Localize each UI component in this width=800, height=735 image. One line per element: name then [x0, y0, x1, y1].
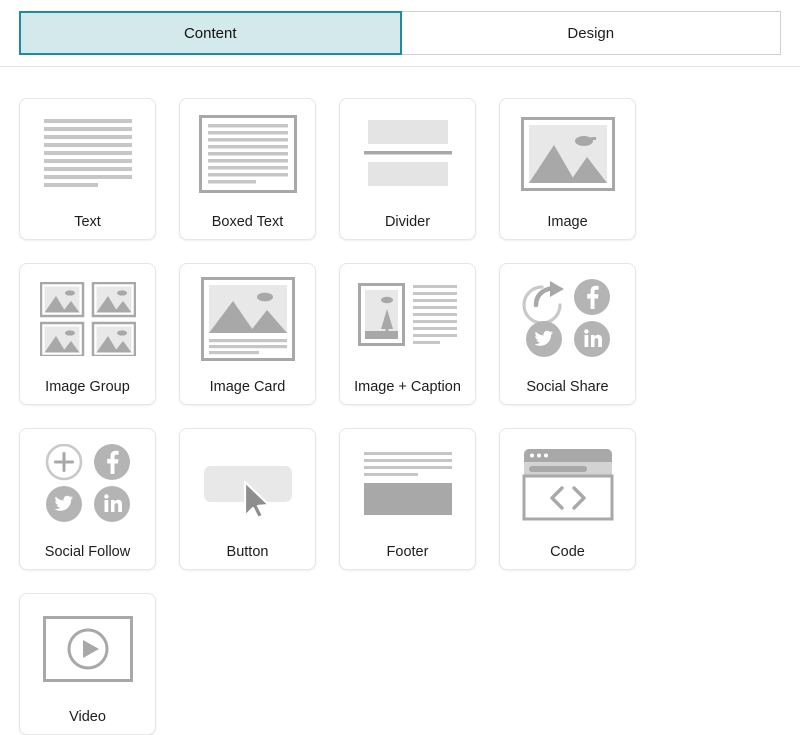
block-card-image[interactable]: Image	[499, 98, 636, 240]
block-card-footer[interactable]: Footer	[339, 428, 476, 570]
linkedin-icon	[573, 321, 610, 357]
plus-circle-icon	[45, 444, 82, 481]
content-block-picker: Content Design Text Boxed Text Divider I…	[0, 0, 800, 735]
block-label: Divider	[384, 214, 431, 230]
tab-design-label: Design	[567, 24, 615, 42]
block-card-social-follow[interactable]: Social Follow	[19, 428, 156, 570]
block-card-divider[interactable]: Divider	[339, 98, 476, 240]
block-card-image-group[interactable]: Image Group	[19, 263, 156, 405]
block-label: Image Card	[209, 379, 286, 395]
block-card-image-caption[interactable]: Image + Caption	[339, 263, 476, 405]
social-follow-icon	[20, 429, 155, 535]
image-card-icon	[180, 264, 315, 370]
block-label: Image	[547, 214, 588, 230]
text-lines-icon	[20, 99, 155, 205]
block-card-social-share[interactable]: Social Share	[499, 263, 636, 405]
facebook-icon	[93, 444, 130, 480]
block-label: Boxed Text	[211, 214, 284, 230]
block-label: Image + Caption	[354, 379, 461, 395]
block-card-code[interactable]: Code	[499, 428, 636, 570]
footer-icon	[340, 429, 475, 535]
code-browser-icon	[500, 429, 635, 535]
block-card-video[interactable]: Video	[19, 593, 156, 735]
twitter-icon	[525, 321, 562, 357]
block-label: Image Group	[45, 379, 130, 395]
tab-design[interactable]: Design	[401, 11, 781, 55]
block-label: Button	[226, 544, 269, 560]
block-label: Code	[550, 544, 585, 560]
button-cursor-icon	[180, 429, 315, 535]
block-card-image-card[interactable]: Image Card	[179, 263, 316, 405]
image-caption-icon	[340, 264, 475, 370]
tab-content-label: Content	[183, 24, 237, 42]
block-label: Social Follow	[44, 544, 131, 560]
tab-bar: Content Design	[19, 11, 781, 55]
twitter-icon	[45, 486, 82, 522]
image-icon	[500, 99, 635, 205]
block-grid: Text Boxed Text Divider Image Image Grou…	[19, 98, 781, 735]
social-share-icon	[500, 264, 635, 370]
block-card-button[interactable]: Button	[179, 428, 316, 570]
block-label: Footer	[386, 544, 429, 560]
divider-icon	[340, 99, 475, 205]
facebook-icon	[573, 279, 610, 315]
tabbar-divider	[0, 66, 800, 67]
block-card-boxed-text[interactable]: Boxed Text	[179, 98, 316, 240]
block-label: Video	[69, 709, 106, 725]
video-play-icon	[20, 594, 155, 700]
boxed-text-icon	[180, 99, 315, 205]
linkedin-icon	[93, 486, 130, 522]
share-arrow-icon	[521, 281, 564, 325]
image-group-icon	[20, 264, 155, 370]
block-label: Social Share	[526, 379, 609, 395]
block-card-text[interactable]: Text	[19, 98, 156, 240]
tab-content[interactable]: Content	[19, 11, 402, 55]
block-label: Text	[74, 214, 101, 230]
